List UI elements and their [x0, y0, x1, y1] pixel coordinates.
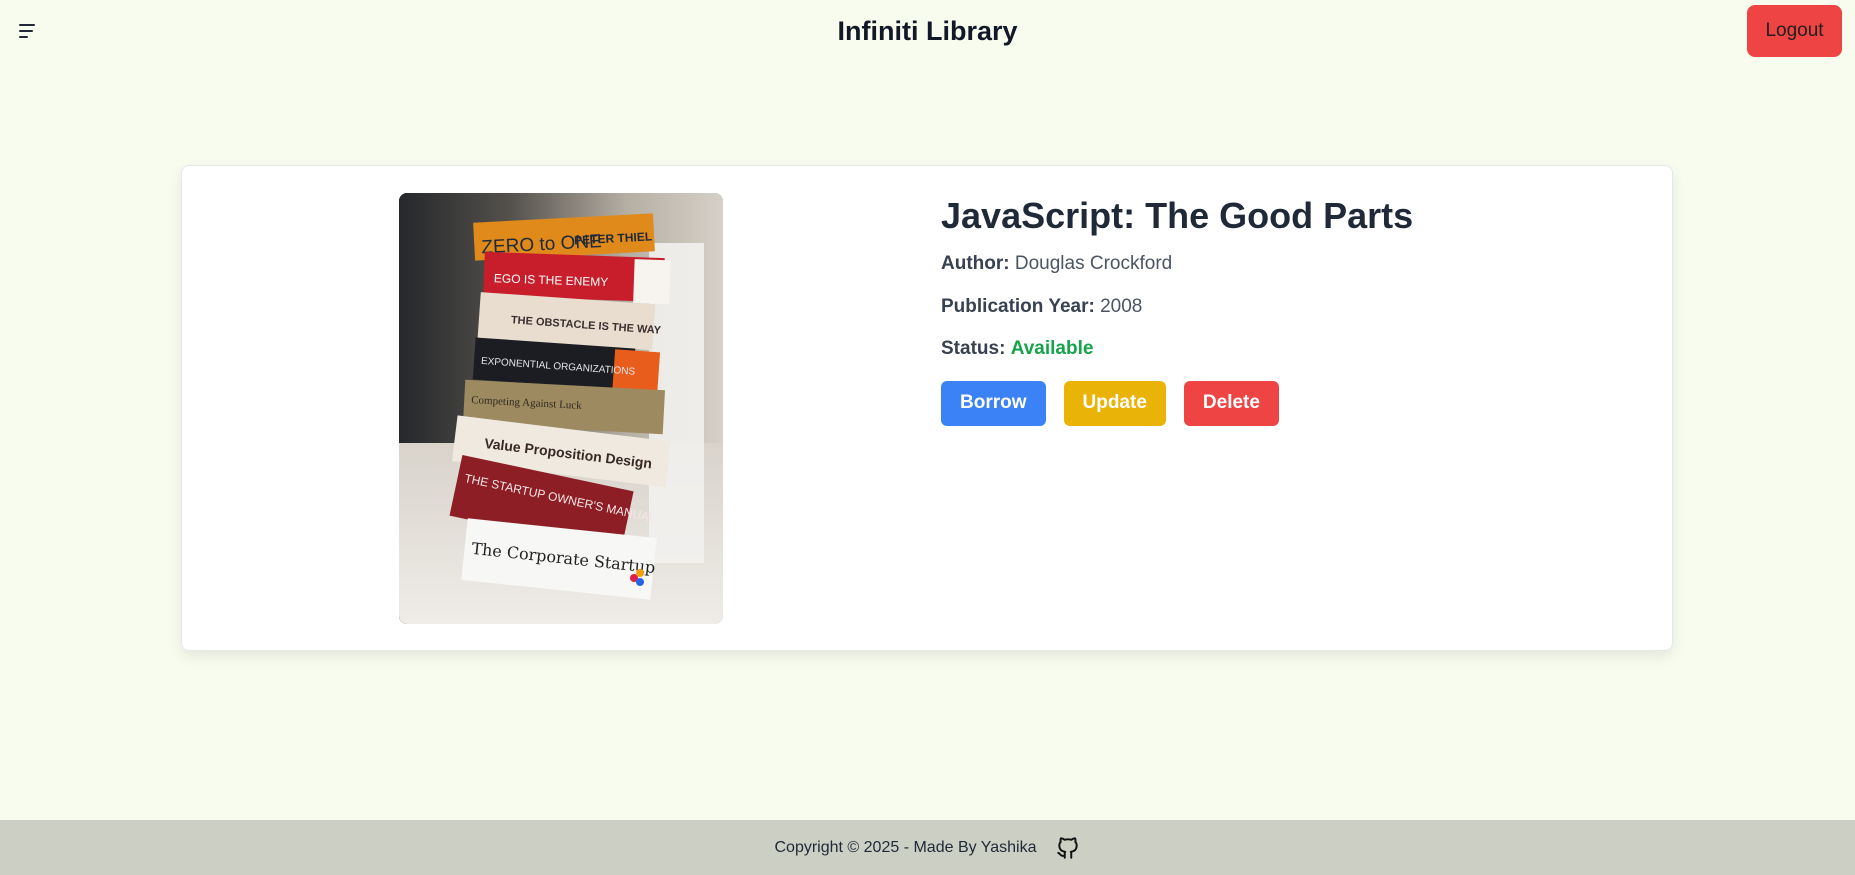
- footer: Copyright © 2025 - Made By Yashika: [0, 820, 1855, 875]
- author-row: Author: Douglas Crockford: [941, 251, 1641, 278]
- copyright-text: Copyright © 2025 - Made By Yashika: [774, 838, 1037, 856]
- book-detail-card: ZERO to ONE PETER THIEL EGO IS THE ENEMY…: [181, 165, 1673, 651]
- author-label: Author:: [941, 253, 1010, 275]
- year-label: Publication Year:: [941, 295, 1095, 317]
- book-cover-image: ZERO to ONE PETER THIEL EGO IS THE ENEMY…: [399, 193, 723, 624]
- book-title: JavaScript: The Good Parts: [941, 195, 1414, 236]
- delete-button[interactable]: Delete: [1183, 380, 1279, 426]
- status-badge: Available: [1010, 338, 1094, 360]
- github-icon[interactable]: [1055, 835, 1081, 861]
- status-row: Status: Available: [941, 336, 1641, 363]
- page-title: Infiniti Library: [837, 16, 1018, 46]
- year-row: Publication Year: 2008: [941, 294, 1641, 321]
- author-value: Douglas Crockford: [1014, 253, 1173, 275]
- book-info: JavaScript: The Good Parts Author: Dougl…: [941, 194, 1641, 426]
- update-button[interactable]: Update: [1063, 380, 1166, 426]
- navbar: Infiniti Library Logout: [0, 0, 1855, 64]
- logout-button[interactable]: Logout: [1747, 5, 1842, 57]
- status-label: Status:: [941, 338, 1006, 360]
- year-value: 2008: [1100, 295, 1143, 317]
- book-actions: Borrow Update Delete: [941, 380, 1641, 426]
- borrow-button[interactable]: Borrow: [941, 380, 1046, 426]
